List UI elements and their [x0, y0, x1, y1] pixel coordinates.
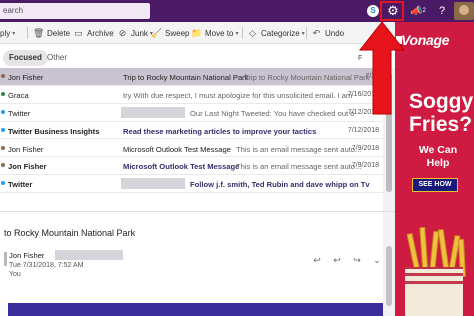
archive-icon: ▭ — [74, 27, 83, 38]
message-sender: Twitter — [8, 180, 33, 190]
undo-icon: ↶ — [312, 27, 321, 38]
conversation-title: to Rocky Mountain National Park — [4, 228, 136, 238]
message-row[interactable]: Jon Fisher Microsoft Outlook Test Message… — [0, 140, 383, 158]
delete-button[interactable]: 🗑 Delete — [33, 22, 70, 44]
ad-cta-button[interactable]: SEE HOW — [412, 178, 458, 192]
message-date: 7/12/2018 — [347, 126, 379, 134]
reply-all-icon[interactable]: ↩ — [332, 255, 342, 266]
message-recipient: You — [9, 271, 21, 278]
message-date: 7/9/2018 — [351, 162, 379, 170]
chevron-down-icon: ▾ — [12, 30, 16, 37]
message-sender: Twitter — [8, 108, 31, 118]
message-sender: Jon Fisher — [8, 144, 44, 154]
divider — [242, 27, 243, 39]
command-bar: ply ▾ 🗑 Delete ▭ Archive ⊘ Junk ▾ 🧹 Sweep 📁 Mov… — [0, 22, 395, 44]
reply-icon[interactable]: ↩ — [312, 255, 322, 266]
message-preview: try With due respect, I must apologize f… — [123, 90, 353, 100]
forward-icon[interactable]: ↪ — [352, 255, 362, 266]
redacted-email — [55, 250, 123, 260]
chevron-down-icon: ▾ — [235, 30, 239, 37]
message-subject: Microsoft Outlook Test Message — [123, 144, 231, 154]
message-row[interactable]: Twitter Business Insights Read these mark… — [0, 122, 383, 140]
sender-avatar-icon — [1, 181, 5, 186]
chevron-down-icon: ▾ — [301, 30, 305, 37]
tab-other[interactable]: Other — [41, 50, 73, 66]
trash-icon: 🗑 — [33, 27, 45, 38]
sender-avatar-icon — [1, 145, 5, 150]
message-row[interactable]: Twitter Follow j.f. smith, Ted Rubin and … — [0, 175, 383, 194]
search-box[interactable]: earch — [0, 3, 150, 19]
help-icon[interactable]: ? — [433, 2, 451, 20]
reply-button[interactable]: ply ▾ — [0, 22, 15, 44]
message-actions: ↩ ↩ ↪ ⌄ — [312, 255, 382, 266]
advertisement[interactable]: Vonage Soggy Fries? We Can Help SEE HOW — [395, 22, 474, 316]
tag-icon: ◇ — [249, 27, 256, 38]
sender-avatar-icon — [1, 91, 5, 96]
message-row[interactable]: Graca try With due respect, I must apolog… — [0, 86, 383, 104]
message-sender: Jon Fisher — [8, 162, 47, 172]
archive-button[interactable]: ▭ Archive — [73, 22, 113, 44]
reading-pane: to Rocky Mountain National Park Jon Fish… — [0, 211, 395, 316]
sender-avatar-icon — [1, 127, 5, 132]
divider — [27, 27, 28, 39]
block-icon: ⊘ — [118, 27, 127, 38]
message-sender: Jon Fisher — [8, 73, 44, 82]
top-bar: earch S ⚙ 📣 2 ? — [0, 0, 474, 22]
message-sender[interactable]: Jon Fisher — [9, 251, 44, 260]
message-row[interactable]: Twitter Our Last Night Tweeted: You have … — [0, 104, 383, 122]
junk-button[interactable]: ⊘ Junk ▾ — [117, 22, 153, 44]
pane-scroll-thumb[interactable] — [386, 246, 392, 306]
divider — [306, 27, 307, 39]
annotation-arrow — [358, 21, 406, 115]
message-row[interactable]: Jon Fisher Microsoft Outlook Test Message… — [0, 157, 383, 176]
message-preview: Follow j.f. smith, Ted Rubin and dave wh… — [190, 180, 370, 190]
sender-avatar-icon — [1, 109, 5, 114]
message-sender: Graca — [8, 90, 29, 100]
sweep-button[interactable]: 🧹 Sweep — [151, 22, 189, 44]
ad-headline: Soggy Fries? — [409, 90, 474, 136]
inbox-pivot: Focused Other F — [0, 44, 395, 68]
redacted-subject — [121, 106, 185, 118]
sweep-icon: 🧹 — [151, 27, 163, 38]
message-date: 7/9/2018 — [351, 144, 379, 152]
message-subject: Microsoft Outlook Test Message — [123, 162, 240, 172]
message-sender: Twitter Business Insights — [8, 126, 100, 136]
folder-move-icon: 📁 — [191, 27, 203, 38]
avatar[interactable] — [454, 2, 474, 20]
message-subject: Read these marketing articles to improve… — [123, 126, 317, 136]
undo-button[interactable]: ↶ Undo — [311, 22, 344, 44]
avatar — [4, 252, 7, 266]
sender-avatar-icon — [1, 163, 5, 168]
redacted-subject — [121, 178, 185, 190]
megaphone-icon[interactable]: 📣 2 — [409, 2, 427, 20]
fries-cup — [405, 267, 463, 316]
search-placeholder: earch — [3, 6, 24, 15]
message-preview: This is an email message sent auto... — [236, 162, 362, 172]
message-subject: Trip to Rocky Mountain National Park — [123, 73, 249, 82]
sender-avatar-icon — [1, 74, 5, 78]
categorize-button[interactable]: ◇ Categorize ▾ — [247, 22, 305, 44]
message-date: Tue 7/31/2018, 7:52 AM — [9, 262, 84, 269]
move-to-button[interactable]: 📁 Move to ▾ — [191, 22, 238, 44]
message-row[interactable]: Jon Fisher Trip to Rocky Mountain Nationa… — [0, 68, 383, 86]
settings-highlight-box — [380, 1, 404, 21]
ad-subhead: We Can Help — [418, 144, 458, 169]
message-preview: This is an email message sent auto... — [236, 144, 362, 154]
chevron-down-icon[interactable]: ⌄ — [372, 255, 382, 266]
message-preview: Our Last Night Tweeted: You have checked… — [190, 108, 355, 118]
megaphone-badge: 2 — [422, 8, 426, 14]
message-preview: Trip to Rocky Mountain National Park — [244, 73, 370, 82]
message-body-banner — [8, 303, 386, 316]
message-list: Jon Fisher Trip to Rocky Mountain Nationa… — [0, 68, 383, 211]
ad-logo: Vonage — [395, 32, 450, 48]
